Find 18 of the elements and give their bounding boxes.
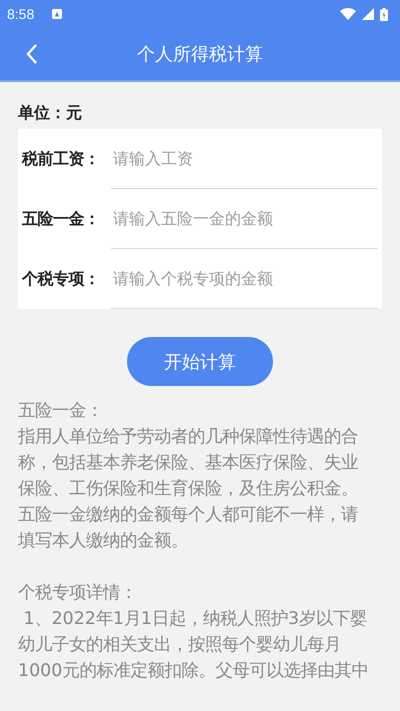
- field-label: 个税专项：: [22, 268, 100, 290]
- input-field[interactable]: 请输入个税专项的金额: [111, 249, 378, 309]
- signal-icon: [362, 8, 374, 20]
- unit-label: 单位：元: [18, 102, 83, 124]
- page-title: 个人所得税计算: [137, 43, 263, 66]
- note-text: 指用人单位给予劳动者的几种保障性待遇的合称，包括基本养老保险、基本医疗保险、失业保险、工伤保险和生育保险，及住房公积金。五险一金缴纳的金额每个人都可能不一样，请填写本人缴纳的金额。: [18, 426, 359, 553]
- wifi-icon: [340, 8, 356, 20]
- note-text: 1、2022年1月1日起，纳税人照护3岁以下婴幼儿子女的相关支出，按照每个婴幼儿每月1000元的标准定额扣除。父母可以选择由其中: [18, 608, 370, 683]
- input-field[interactable]: 请输入工资: [111, 129, 378, 189]
- status-time: 8:58: [7, 6, 34, 22]
- note-title: 五险一金：: [18, 400, 104, 423]
- calculate-button[interactable]: 开始计算: [127, 337, 273, 386]
- input-field[interactable]: 请输入五险一金的金额: [111, 189, 378, 249]
- field-label: 五险一金：: [22, 208, 100, 230]
- field-label: 税前工资：: [22, 148, 100, 170]
- battery-icon: [380, 8, 388, 20]
- note-title: 个税专项详情：: [18, 582, 138, 605]
- notification-icon: [52, 9, 62, 19]
